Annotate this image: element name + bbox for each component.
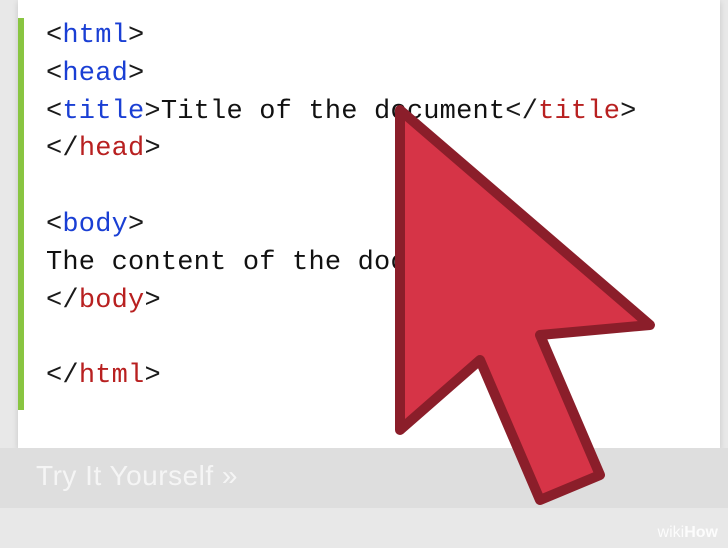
tag-html-open: html [62, 21, 128, 51]
code-panel: <html> <head> <title>Title of the docume… [18, 0, 720, 448]
watermark: wikiHow [658, 524, 718, 542]
tag-title-open: title [62, 97, 144, 127]
code-block: <html> <head> <title>Title of the docume… [46, 18, 637, 396]
accent-bar [18, 18, 24, 410]
tag-head-open: head [62, 59, 128, 89]
tag-head-close: head [79, 134, 145, 164]
tag-body-open: body [62, 210, 128, 240]
caption-bar: Try It Yourself » [0, 448, 728, 508]
title-text: Title of the document [161, 97, 505, 127]
tag-html-close: html [79, 361, 145, 391]
tag-body-close: body [79, 286, 145, 316]
caption-text: Try It Yourself » [36, 460, 238, 492]
watermark-suffix: How [684, 524, 718, 541]
tag-title-close: title [538, 97, 620, 127]
body-text: The content of the document...... [46, 248, 587, 278]
watermark-prefix: wiki [658, 524, 685, 541]
